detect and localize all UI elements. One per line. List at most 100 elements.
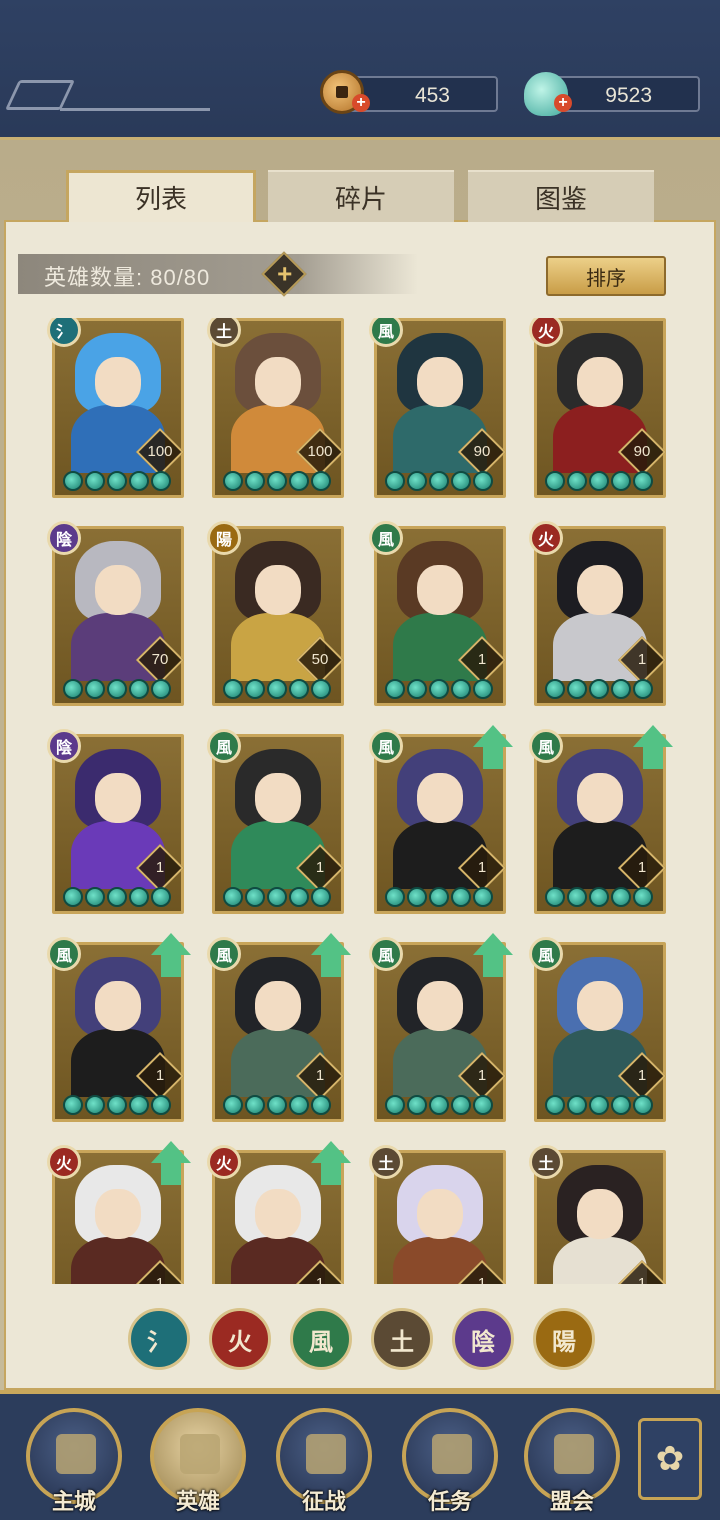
hero-star-row [545, 887, 653, 907]
hero-face [577, 1189, 623, 1239]
filter-yang-button[interactable]: 陽 [533, 1308, 595, 1370]
hero-card[interactable]: 陰 70 [47, 521, 185, 706]
jade-star-icon [289, 887, 309, 907]
wind-element-icon: 風 [207, 729, 241, 763]
hero-face [95, 773, 141, 823]
logo-underline [60, 108, 210, 111]
hero-level: 1 [315, 859, 325, 876]
hero-card[interactable]: 風1 [207, 933, 351, 1122]
filter-fire-button[interactable]: 火 [209, 1308, 271, 1370]
jade-star-icon [545, 471, 565, 491]
copper-coin-amount: 453 [414, 84, 450, 107]
jade-star-icon [107, 679, 127, 699]
plus-icon: + [277, 258, 293, 289]
nav-heroes[interactable]: 英雄 [150, 1408, 246, 1516]
upgrade-arrow-icon [307, 1141, 355, 1187]
hero-card[interactable]: 陽 50 [207, 521, 345, 706]
tab-codex[interactable]: 图鉴 [468, 170, 654, 222]
hero-star-row [63, 887, 171, 907]
nav-main-city[interactable]: 主城 [26, 1408, 122, 1516]
hero-level: 1 [477, 651, 487, 668]
jade-star-icon [223, 679, 243, 699]
hero-card[interactable]: 土 100 [207, 318, 345, 498]
tab-fragments[interactable]: 碎片 [268, 170, 454, 222]
upgrade-arrow-icon [147, 933, 195, 979]
jade-star-icon [567, 887, 587, 907]
filter-earth-button[interactable]: 土 [371, 1308, 433, 1370]
hero-face [577, 357, 623, 407]
hero-level: 1 [637, 651, 647, 668]
hero-card[interactable]: 風1 [529, 725, 673, 914]
jade-star-icon [633, 679, 653, 699]
jade-star-icon [267, 1095, 287, 1115]
hero-card[interactable]: 風 90 [369, 318, 507, 498]
hero-card[interactable]: 風1 [207, 729, 345, 914]
jade-star-icon [129, 679, 149, 699]
hero-level: 1 [477, 859, 487, 876]
hero-star-row [223, 1095, 331, 1115]
hero-card[interactable]: 火1 [47, 1141, 191, 1284]
wind-element-icon: 風 [369, 729, 403, 763]
game-logo-icon [5, 80, 75, 110]
upgrade-arrow-icon [629, 725, 677, 771]
hero-face [417, 565, 463, 615]
upgrade-arrow-icon [307, 933, 355, 979]
hero-level: 1 [315, 1275, 325, 1284]
jade-star-icon [385, 679, 405, 699]
jade-star-icon [245, 887, 265, 907]
filter-yin-button[interactable]: 陰 [452, 1308, 514, 1370]
hero-face [255, 1189, 301, 1239]
filter-wind-button[interactable]: 風 [290, 1308, 352, 1370]
hero-card[interactable]: 土1 [369, 1145, 507, 1284]
hero-level: 70 [151, 651, 169, 668]
jade-star-icon [151, 1095, 171, 1115]
jade-star-icon [245, 679, 265, 699]
hero-face [417, 1189, 463, 1239]
hero-level: 90 [473, 443, 491, 460]
jade-star-icon [407, 471, 427, 491]
nav-campaign[interactable]: 征战 [276, 1408, 372, 1516]
hero-star-row [385, 887, 493, 907]
hero-card[interactable]: 風1 [47, 933, 191, 1122]
hero-card[interactable]: 風1 [369, 933, 513, 1122]
hero-star-row [545, 679, 653, 699]
upgrade-arrow-icon [147, 1141, 195, 1187]
jade-star-icon [63, 1095, 83, 1115]
hero-face [95, 357, 141, 407]
hero-card[interactable]: 火1 [207, 1141, 351, 1284]
wind-element-icon: 風 [47, 937, 81, 971]
jade-star-icon [589, 679, 609, 699]
hero-card[interactable]: 氵 100 [47, 318, 185, 498]
hero-card[interactable]: 火1 [529, 521, 667, 706]
jade-star-icon [151, 887, 171, 907]
jade-star-icon [407, 1095, 427, 1115]
jade-star-icon [545, 887, 565, 907]
hero-card[interactable]: 火 90 [529, 318, 667, 498]
jade-star-icon [589, 887, 609, 907]
jade-star-icon [129, 471, 149, 491]
flower-menu-icon[interactable]: ✿ [638, 1418, 702, 1500]
jade-star-icon [267, 471, 287, 491]
filter-water-button[interactable]: 氵 [128, 1308, 190, 1370]
jade-star-icon [289, 471, 309, 491]
jade-star-icon [289, 1095, 309, 1115]
tab-list[interactable]: 列表 [66, 170, 256, 222]
hero-card[interactable]: 風1 [529, 937, 667, 1122]
hero-card[interactable]: 風1 [369, 725, 513, 914]
nav-guild[interactable]: 盟会 [524, 1408, 620, 1516]
hero-card[interactable]: 風1 [369, 521, 507, 706]
jade-star-icon [311, 471, 331, 491]
hero-star-row [545, 471, 653, 491]
jade-star-icon [107, 471, 127, 491]
sort-button[interactable]: 排序 [546, 256, 666, 296]
hero-card[interactable]: 土1 [529, 1145, 667, 1284]
jade-star-icon [223, 471, 243, 491]
jade-star-icon [245, 1095, 265, 1115]
add-jade-icon[interactable]: + [554, 94, 572, 112]
nav-label: 英雄 [175, 1489, 220, 1514]
nav-quests[interactable]: 任务 [402, 1408, 498, 1516]
jade-star-icon [407, 679, 427, 699]
add-coin-icon[interactable]: + [352, 94, 370, 112]
jade-star-icon [385, 471, 405, 491]
hero-card[interactable]: 陰1 [47, 729, 185, 914]
